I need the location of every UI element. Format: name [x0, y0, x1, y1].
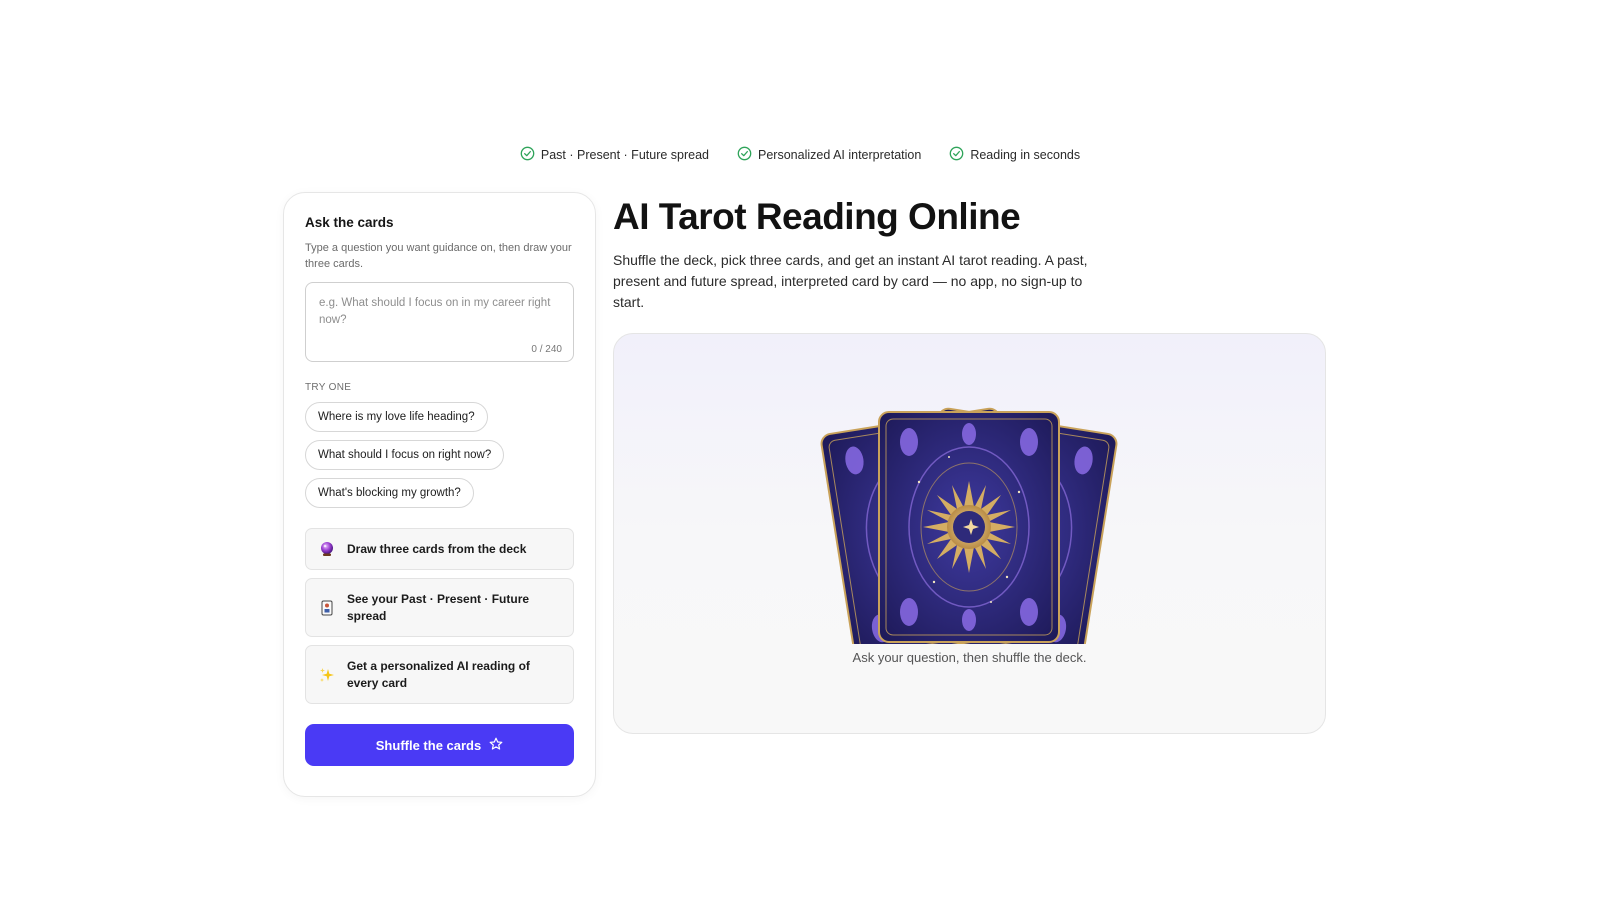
try-one-label: TRY ONE: [305, 382, 352, 393]
panel-subtitle: Type a question you want guidance on, th…: [305, 242, 572, 270]
check-circle-icon: [737, 146, 752, 164]
benefit-item: Reading in seconds: [949, 146, 1080, 164]
panel-title: Ask the cards: [305, 215, 394, 230]
benefits-bar: Past · Present · Future spread Personali…: [0, 146, 1600, 164]
benefit-item: Personalized AI interpretation: [737, 146, 921, 164]
tarot-card-icon: [319, 600, 335, 616]
star-icon: [489, 737, 503, 754]
tarot-deck-image: [819, 406, 1119, 644]
suggestion-list: Where is my love life heading? What shou…: [305, 402, 574, 508]
steps-list: Draw three cards from the deck See your …: [305, 528, 574, 704]
ask-panel: Ask the cards Type a question you want g…: [283, 192, 596, 797]
step-item: Get a personalized AI reading of every c…: [305, 645, 574, 704]
shuffle-button-label: Shuffle the cards: [375, 737, 482, 753]
suggestion-chip[interactable]: Where is my love life heading?: [305, 402, 488, 432]
step-label: Get a personalized AI reading of every c…: [347, 658, 530, 690]
sparkles-icon: [319, 667, 335, 683]
stage-caption: Ask your question, then shuffle the deck…: [852, 650, 1087, 665]
step-item: Draw three cards from the deck: [305, 528, 574, 570]
benefit-label: Personalized AI interpretation: [758, 148, 922, 162]
question-box: 0 / 240: [305, 282, 574, 362]
check-circle-icon: [949, 146, 964, 164]
character-counter: 0 / 240: [531, 344, 562, 355]
card-stage: Ask your question, then shuffle the deck…: [613, 333, 1326, 734]
benefit-label: Past · Present · Future spread: [540, 148, 710, 162]
benefit-label: Reading in seconds: [970, 148, 1081, 162]
step-label: See your Past · Present · Future spread: [347, 591, 530, 623]
question-input[interactable]: [319, 295, 560, 337]
benefit-item: Past · Present · Future spread: [520, 146, 709, 164]
suggestion-chip[interactable]: What's blocking my growth?: [305, 478, 474, 508]
step-label: Draw three cards from the deck: [347, 541, 527, 556]
crystal-ball-icon: [319, 541, 335, 557]
page-title: AI Tarot Reading Online: [613, 196, 1021, 237]
check-circle-icon: [520, 146, 535, 164]
intro-text: Shuffle the deck, pick three cards, and …: [613, 252, 1088, 310]
shuffle-button[interactable]: Shuffle the cards: [305, 724, 574, 766]
step-item: See your Past · Present · Future spread: [305, 578, 574, 637]
suggestion-chip[interactable]: What should I focus on right now?: [305, 440, 505, 470]
